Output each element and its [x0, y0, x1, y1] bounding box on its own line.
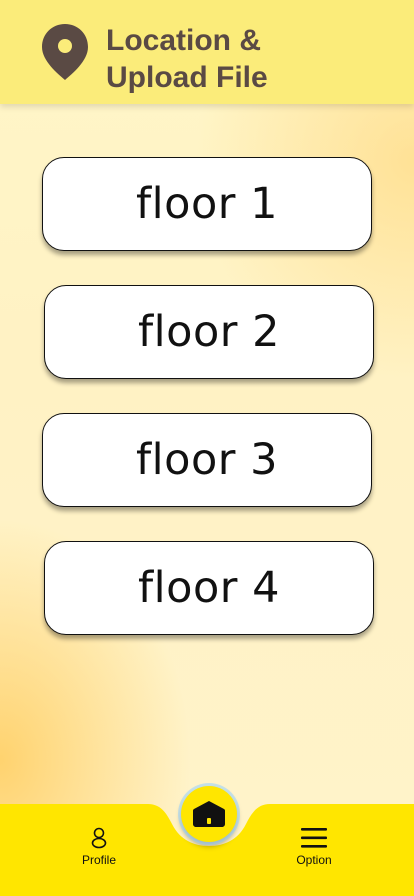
page-title: Location & Upload File — [106, 22, 268, 96]
person-icon — [91, 827, 107, 849]
page-title-line-2: Upload File — [106, 61, 268, 94]
floor-2-label: floor 2 — [138, 307, 280, 357]
floor-3-label: floor 3 — [136, 435, 278, 485]
location-pin-icon — [42, 24, 88, 80]
floor-4-button[interactable]: floor 4 — [44, 541, 374, 635]
page-title-line-1: Location & — [106, 24, 261, 57]
menu-icon — [301, 828, 327, 848]
floor-4-label: floor 4 — [138, 563, 280, 613]
floor-3-button[interactable]: floor 3 — [42, 413, 372, 507]
floor-1-label: floor 1 — [136, 179, 278, 229]
floor-1-button[interactable]: floor 1 — [42, 157, 372, 251]
bottom-navigation: Profile Option — [0, 786, 414, 896]
app-header: Location & Upload File — [0, 0, 414, 104]
nav-option-label: Option — [296, 853, 332, 867]
home-icon — [193, 801, 225, 827]
nav-profile-label: Profile — [81, 853, 116, 867]
nav-option-button[interactable]: Option — [284, 826, 344, 876]
nav-profile-button[interactable]: Profile — [70, 826, 128, 876]
floor-2-button[interactable]: floor 2 — [44, 285, 374, 379]
home-button[interactable] — [181, 786, 237, 842]
